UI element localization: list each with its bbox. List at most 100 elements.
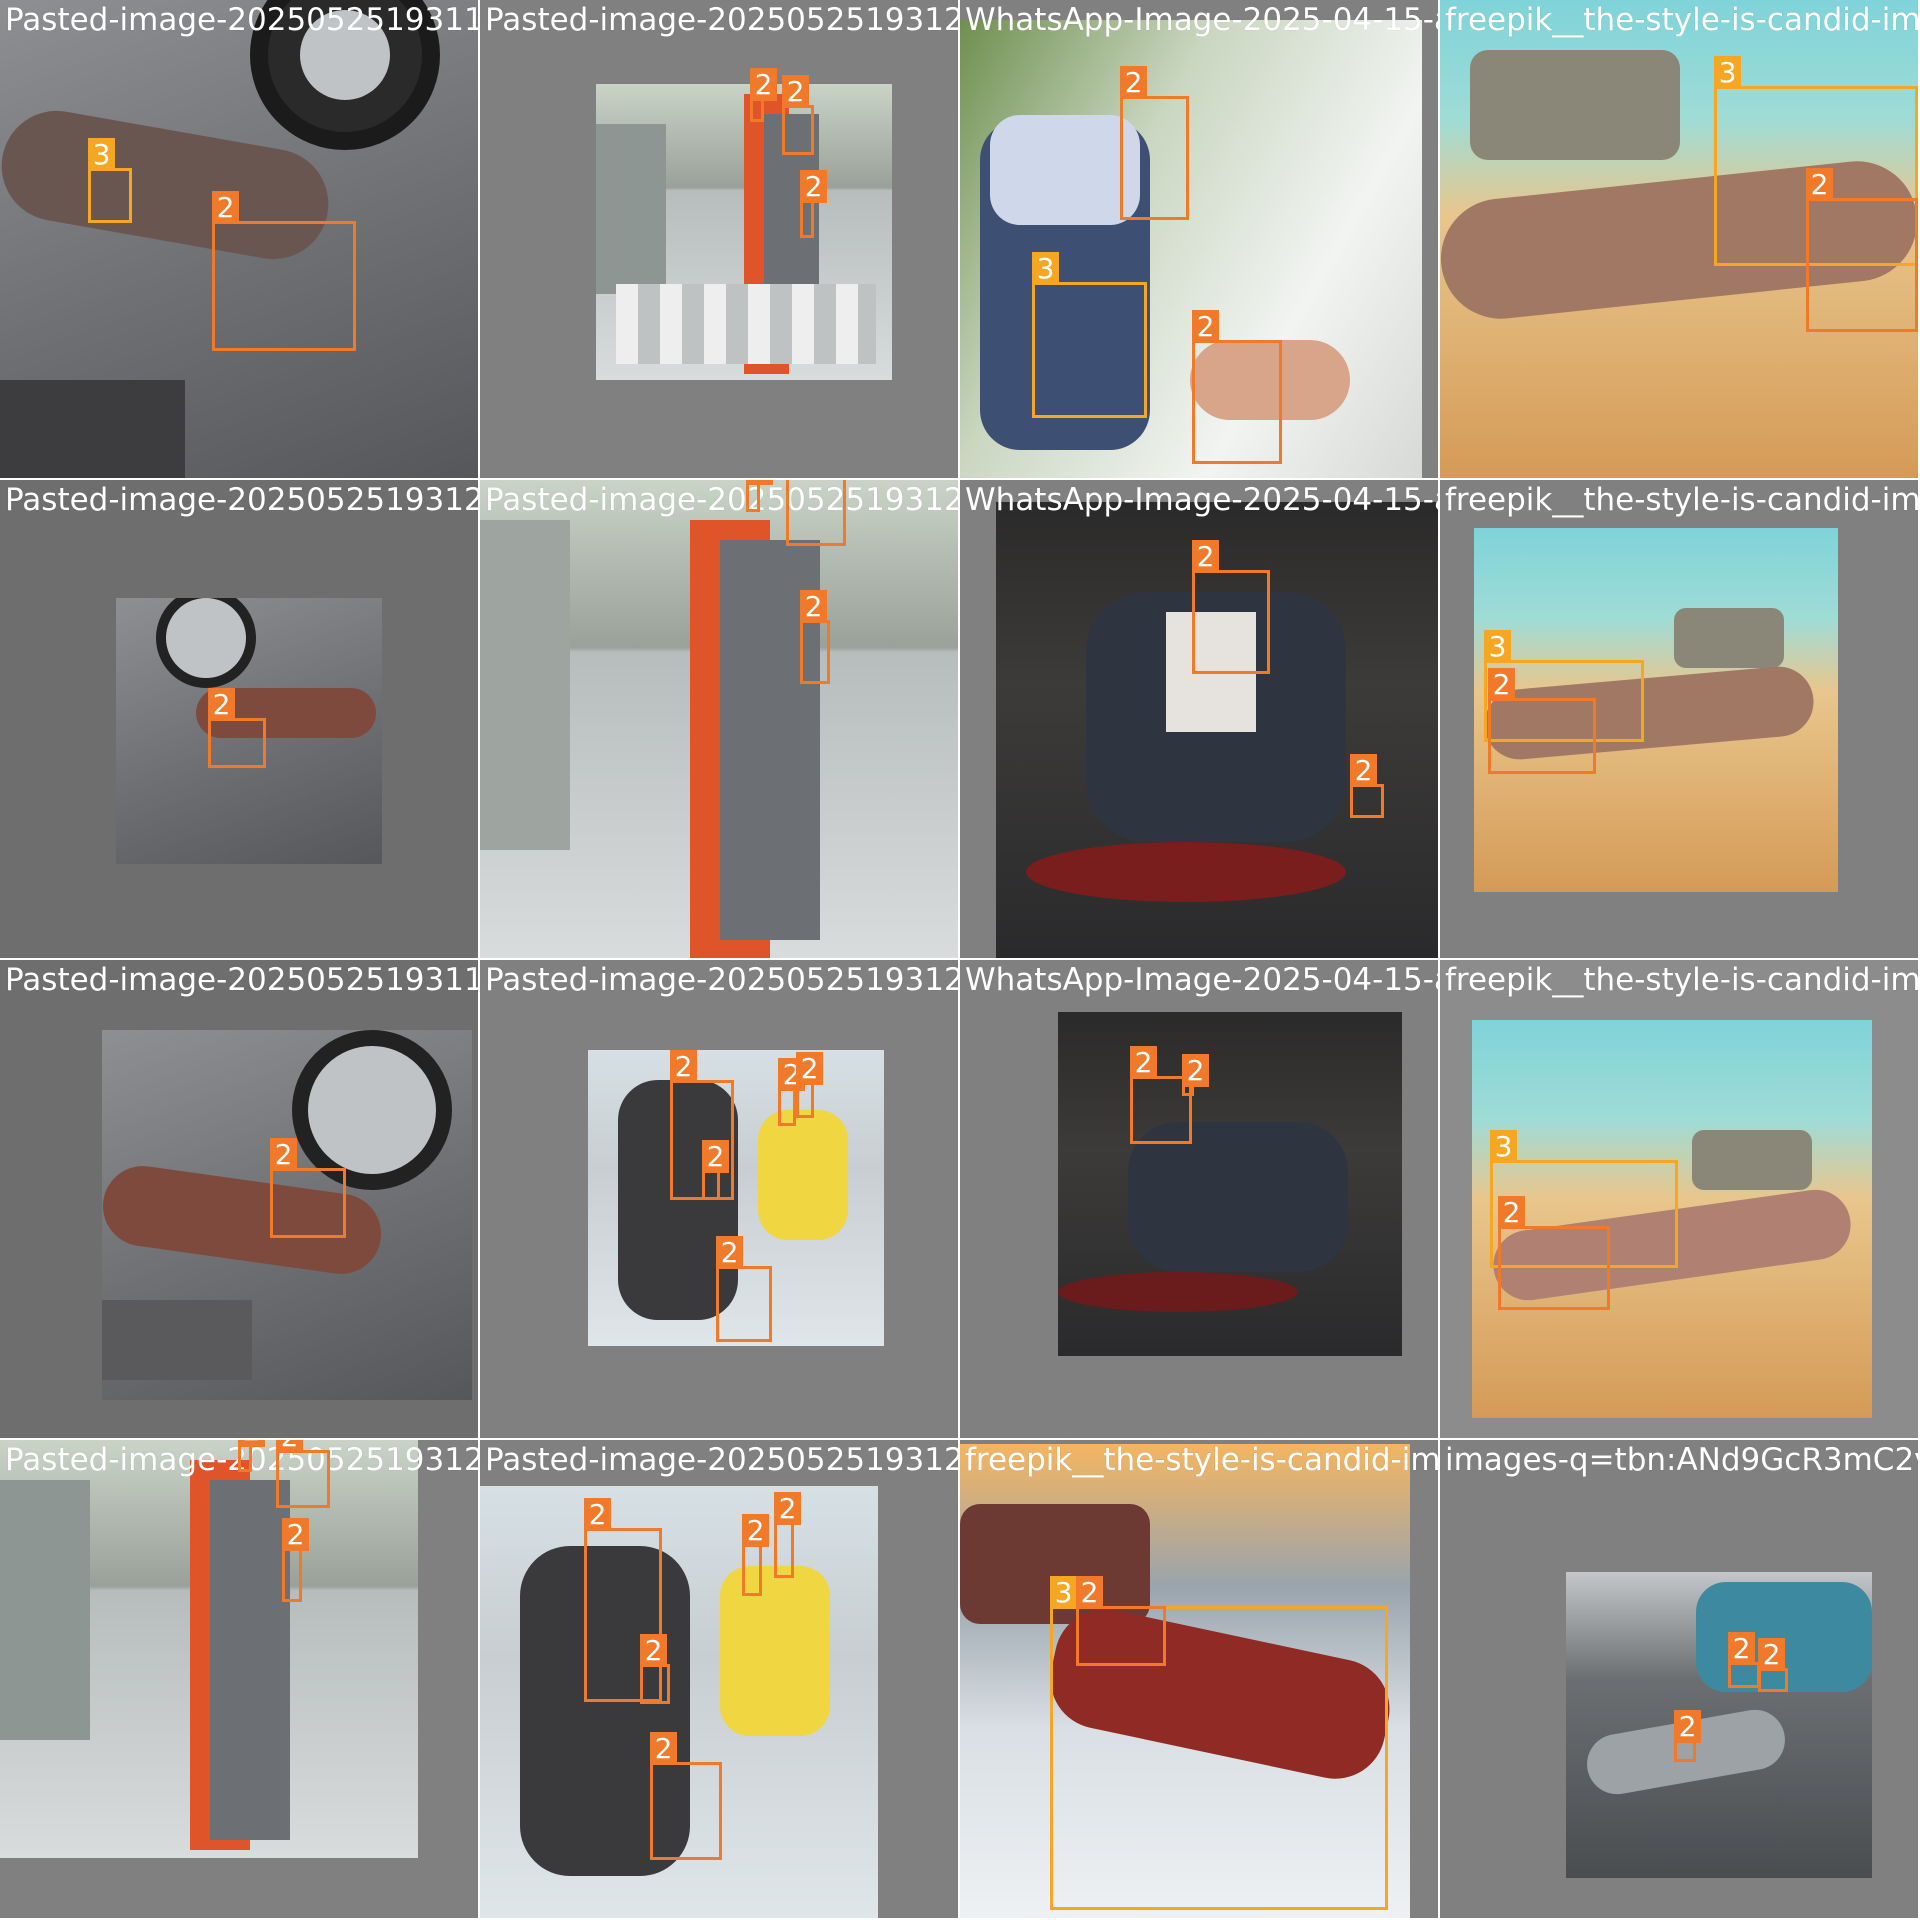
- bounding-box: 2: [1728, 1632, 1760, 1688]
- class-label: 2: [670, 1050, 697, 1083]
- class-label: 2: [1758, 1638, 1785, 1671]
- bounding-box: 2: [1758, 1638, 1788, 1692]
- crosswalk: [616, 284, 876, 364]
- car: [0, 1480, 90, 1740]
- bounding-box: 2: [1674, 1710, 1701, 1762]
- bounding-box: 2: [1488, 668, 1596, 774]
- tile-filename: Pasted-image-20250525193129_png.rf.1d8a9…: [485, 962, 958, 998]
- bounding-box: 2: [1076, 1576, 1166, 1666]
- class-label: 2: [782, 75, 809, 108]
- tile-15[interactable]: freepik__the-style-is-candid-image-photo…: [960, 1440, 1438, 1918]
- car: [480, 520, 570, 850]
- tile-12[interactable]: freepik__the-style-is-candid-image-photo…: [1440, 960, 1918, 1438]
- bounding-box: 2: [212, 191, 356, 351]
- bounding-box: 2: [270, 1138, 346, 1238]
- car: [1674, 608, 1784, 668]
- class-label: 2: [640, 1634, 667, 1667]
- tile-filename: Pasted-image-20250525193129_png.rf.74e02…: [485, 2, 958, 38]
- bounding-box: 2: [746, 480, 773, 512]
- tile-14[interactable]: Pasted-image-20250525193129_png.rf.50308…: [480, 1440, 958, 1918]
- car: [1692, 1130, 1812, 1190]
- class-label: 2: [1192, 540, 1219, 573]
- tile-2[interactable]: Pasted-image-20250525193129_png.rf.74e02…: [480, 0, 958, 478]
- class-label: 2: [742, 1514, 769, 1547]
- class-label: 2: [800, 590, 827, 623]
- class-label: 2: [1130, 1046, 1157, 1079]
- bounding-box: 2: [640, 1634, 670, 1704]
- bounding-box: 2: [786, 480, 846, 546]
- class-label: 2: [800, 170, 827, 203]
- tile-4[interactable]: freepik__the-style-is-candid-image-photo…: [1440, 0, 1918, 478]
- class-label: 2: [1498, 1196, 1525, 1229]
- bounding-box: 3: [88, 138, 132, 223]
- bounding-box: 2: [1498, 1196, 1610, 1310]
- bounding-box: 2: [238, 1440, 265, 1472]
- tile-10[interactable]: Pasted-image-20250525193129_png.rf.1d8a9…: [480, 960, 958, 1438]
- thumbnail-image: [596, 84, 892, 380]
- class-label: 2: [650, 1732, 677, 1765]
- wheel-hub: [300, 10, 390, 100]
- tile-filename: Pasted-image-20250525193129_png.rf.50308…: [485, 1442, 958, 1478]
- bounding-box: 2: [782, 75, 814, 155]
- bounding-box: 2: [1192, 540, 1270, 674]
- bounding-box: 2: [742, 1514, 769, 1596]
- class-label: 2: [1728, 1632, 1755, 1665]
- class-label: 2: [1120, 66, 1147, 99]
- bounding-box: 2: [1350, 754, 1384, 818]
- watermark-patch: [0, 380, 185, 478]
- tile-6[interactable]: Pasted-image-20250525193129_png.rf.c8e35…: [480, 480, 958, 958]
- tile-9[interactable]: Pasted-image-20250525193112_png.rf.e17c2…: [0, 960, 478, 1438]
- class-label: 3: [1490, 1130, 1517, 1163]
- thumbnail-image: [960, 20, 1422, 478]
- class-label: 2: [238, 1440, 265, 1447]
- tile-13[interactable]: Pasted-image-20250525193129_png.rf.50308…: [0, 1440, 478, 1918]
- bounding-box: 2: [282, 1518, 309, 1602]
- class-label: 2: [1076, 1576, 1103, 1609]
- bounding-box: 2: [1182, 1054, 1209, 1096]
- bounding-box: 2: [702, 1140, 729, 1200]
- class-label: 2: [584, 1498, 611, 1531]
- tile-filename: images-q=tbn:ANd9GcR3mC2vslww4uM...: [1445, 1442, 1918, 1478]
- class-label: 2: [1488, 668, 1515, 701]
- class-label: 2: [702, 1140, 729, 1173]
- bounding-box: 2: [276, 1440, 330, 1508]
- bounding-box: 2: [796, 1052, 823, 1118]
- class-label: 3: [1484, 630, 1511, 663]
- bounding-box: 2: [1120, 66, 1189, 220]
- class-label: 2: [1806, 168, 1833, 201]
- class-label: 3: [1714, 56, 1741, 89]
- tile-8[interactable]: freepik__the-style-is-candid-image-photo…: [1440, 480, 1918, 958]
- tile-7[interactable]: WhatsApp-Image-2025-04-15-at-21.59.0... …: [960, 480, 1438, 958]
- image-grid: Pasted-image-20250525193112_png.rf.6ba20…: [0, 0, 1920, 1920]
- bounding-box: 2: [716, 1236, 772, 1342]
- tile-filename: Pasted-image-20250525193112_png.rf.e17c2…: [5, 962, 478, 998]
- tile-16[interactable]: images-q=tbn:ANd9GcR3mC2vslww4uM... 2 2 …: [1440, 1440, 1918, 1918]
- tile-11[interactable]: WhatsApp-Image-2025-04-15-at-21.59.4... …: [960, 960, 1438, 1438]
- tile-5[interactable]: Pasted-image-20250525193129_png.rf.b2127…: [0, 480, 478, 958]
- class-label: 2: [212, 191, 239, 224]
- tile-filename: freepik__the-style-is-candid-image-photo…: [1445, 962, 1918, 998]
- blood-pool: [1058, 1272, 1298, 1312]
- bounding-box: 2: [1806, 168, 1918, 332]
- tile-filename: freepik__the-style-is-candid-image-photo…: [1445, 482, 1918, 518]
- tile-1[interactable]: Pasted-image-20250525193112_png.rf.6ba20…: [0, 0, 478, 478]
- bounding-box: 2: [1192, 310, 1282, 464]
- thumbnail-image: [1566, 1572, 1872, 1878]
- tile-3[interactable]: WhatsApp-Image-2025-04-15-at-21.48... 2 …: [960, 0, 1438, 478]
- car: [1470, 50, 1680, 160]
- class-label: 2: [1192, 310, 1219, 343]
- class-label: 2: [1182, 1054, 1209, 1087]
- class-label: 3: [1050, 1576, 1077, 1609]
- thumbnail-image: [1058, 1012, 1402, 1356]
- class-label: 2: [1350, 754, 1377, 787]
- class-label: 3: [88, 138, 115, 171]
- car-wheel: [156, 598, 256, 688]
- thumbnail-image: [480, 480, 958, 958]
- class-label: 2: [282, 1518, 309, 1551]
- class-label: 3: [1032, 252, 1059, 285]
- class-label: 2: [716, 1236, 743, 1269]
- bounding-box: 2: [800, 590, 830, 684]
- class-label: 2: [774, 1492, 801, 1525]
- bounding-box: 2: [778, 1058, 805, 1126]
- rescuer-shirt: [990, 115, 1140, 225]
